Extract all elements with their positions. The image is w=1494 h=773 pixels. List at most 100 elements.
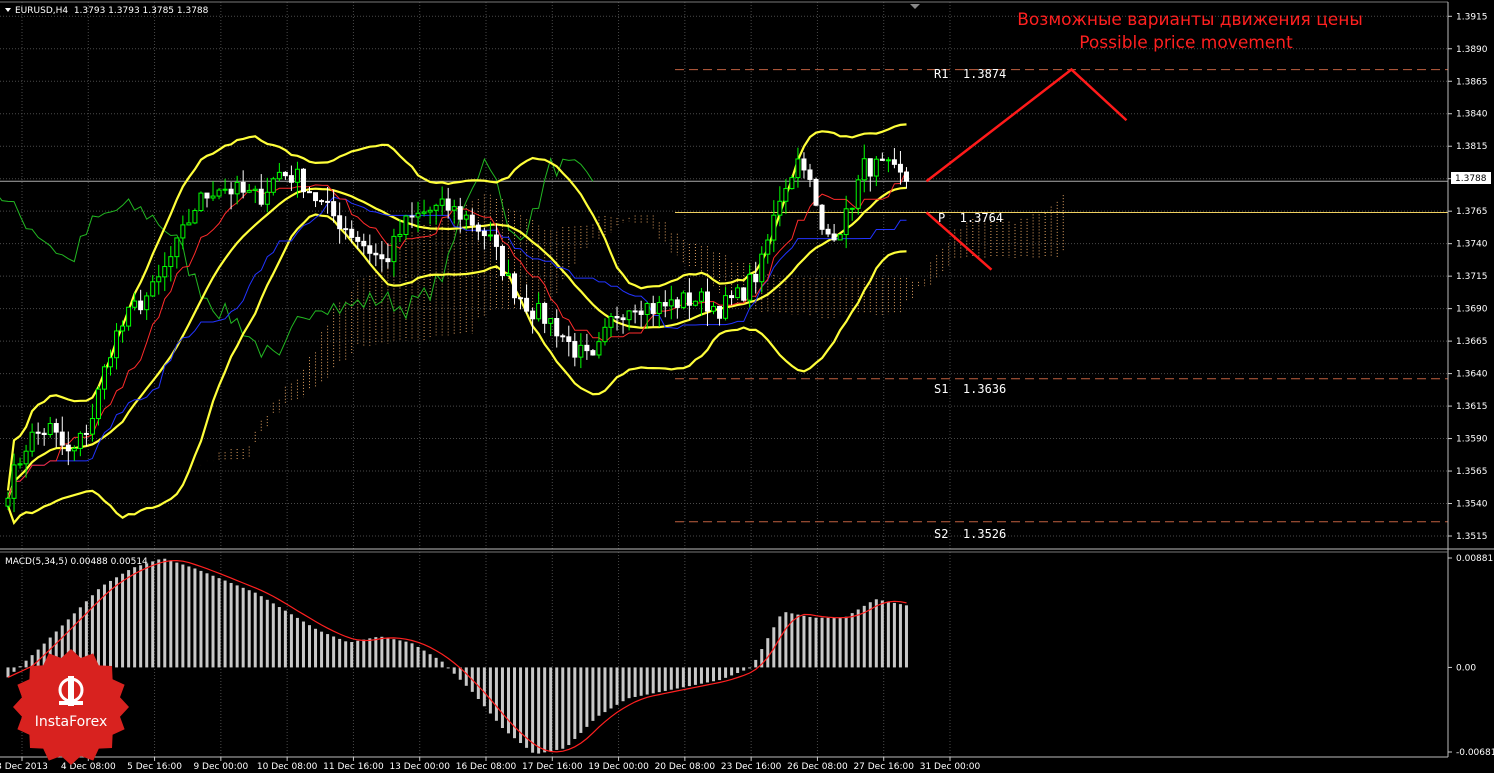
candle-body — [270, 178, 276, 193]
candle-body — [771, 214, 777, 241]
candle-body — [415, 212, 421, 218]
price-tick-label: 1.3640 — [1456, 370, 1488, 380]
candle-body — [71, 447, 77, 452]
candle-body — [355, 236, 361, 242]
candle-body — [41, 432, 47, 436]
candle-body — [258, 188, 264, 205]
candle-body — [469, 214, 475, 226]
macd-bar — [362, 639, 366, 668]
candle-body — [126, 306, 132, 327]
candle-body — [168, 256, 174, 268]
candle-body — [325, 200, 331, 203]
time-tick-label: 27 Dec 16:00 — [853, 762, 914, 772]
candle-body — [819, 204, 825, 230]
candle-body — [584, 344, 590, 352]
candle-body — [186, 222, 192, 226]
candle-body — [307, 191, 312, 194]
candle-body — [463, 214, 469, 220]
macd-bar — [724, 667, 728, 678]
candle-body — [17, 463, 23, 466]
macd-label: MACD(5,34,5) 0.00488 0.00514 — [5, 557, 148, 567]
macd-bar — [169, 560, 173, 668]
candle-body — [216, 189, 222, 197]
candle-body — [536, 302, 542, 320]
candle-body — [566, 336, 572, 342]
macd-bar — [591, 667, 595, 721]
macd-bar — [730, 667, 734, 676]
macd-bar — [157, 559, 161, 668]
macd-bar — [205, 573, 209, 668]
candle-body — [47, 423, 53, 436]
candle-body — [379, 254, 385, 260]
candle-body — [349, 228, 355, 238]
candle-body — [409, 215, 415, 218]
macd-bar — [748, 667, 752, 669]
annotation-title-ru: Возможные варианты движения цены — [1017, 10, 1363, 30]
candle-body — [813, 178, 819, 206]
macd-bar — [259, 596, 263, 668]
candle-body — [530, 310, 536, 320]
candle-body — [783, 188, 789, 202]
candle-body — [108, 357, 114, 368]
candle-body — [524, 297, 530, 312]
time-tick-label: 9 Dec 00:00 — [193, 762, 248, 772]
candle-body — [282, 171, 288, 177]
macd-bar — [338, 638, 342, 668]
macd-bar — [211, 575, 215, 668]
macd-bar — [247, 590, 251, 668]
candle-body — [300, 168, 306, 193]
candle-body — [560, 335, 566, 338]
macd-bar — [820, 617, 824, 668]
candle-body — [867, 158, 873, 177]
candle-body — [264, 191, 270, 205]
candle-body — [747, 273, 753, 301]
candle-body — [554, 318, 560, 337]
candle-body — [891, 159, 897, 165]
price-tick-label: 1.3715 — [1456, 272, 1488, 282]
macd-bar — [784, 612, 788, 668]
candle-body — [843, 208, 849, 236]
candle-body — [174, 237, 180, 258]
candle-body — [493, 234, 499, 247]
macd-bar — [187, 566, 191, 668]
candle-body — [319, 200, 325, 203]
macd-bar — [645, 667, 649, 695]
candle-body — [487, 234, 493, 237]
macd-bar — [766, 638, 770, 668]
macd-bar — [175, 562, 179, 668]
macd-bar — [494, 667, 498, 721]
candle-body — [741, 287, 747, 301]
candle-body — [403, 215, 409, 235]
time-tick-label: 13 Dec 00:00 — [389, 762, 450, 772]
macd-bar — [651, 667, 655, 694]
logo-text: InstaForex — [35, 714, 108, 730]
candle-body — [11, 464, 17, 499]
macd-bar — [277, 607, 281, 668]
candle-body — [120, 325, 126, 332]
candle-body — [837, 234, 843, 241]
candle-body — [542, 302, 548, 324]
macd-bar — [506, 667, 510, 734]
candle-body — [572, 340, 578, 358]
candle-body — [59, 431, 65, 446]
macd-bar — [880, 600, 884, 668]
macd-bar — [639, 667, 643, 696]
macd-bar — [368, 638, 372, 668]
macd-bar — [356, 640, 360, 668]
macd-bar — [199, 570, 203, 668]
candle-body — [499, 245, 505, 276]
candle-body — [156, 276, 162, 283]
macd-bar — [597, 667, 601, 716]
candle-body — [481, 230, 487, 237]
macd-bar — [398, 640, 402, 668]
candle-body — [433, 204, 439, 211]
macd-bar — [525, 667, 529, 748]
instaforex-logo: InstaForex — [12, 648, 130, 766]
candle-body — [590, 350, 596, 356]
macd-bar — [386, 637, 390, 668]
price-tick-label: 1.3765 — [1456, 207, 1488, 217]
chart-window: 1.39151.38901.38651.38401.38151.37901.37… — [0, 0, 1494, 773]
price-tick-label: 1.3690 — [1456, 305, 1488, 315]
macd-bar — [657, 667, 661, 693]
macd-bar — [271, 603, 275, 668]
